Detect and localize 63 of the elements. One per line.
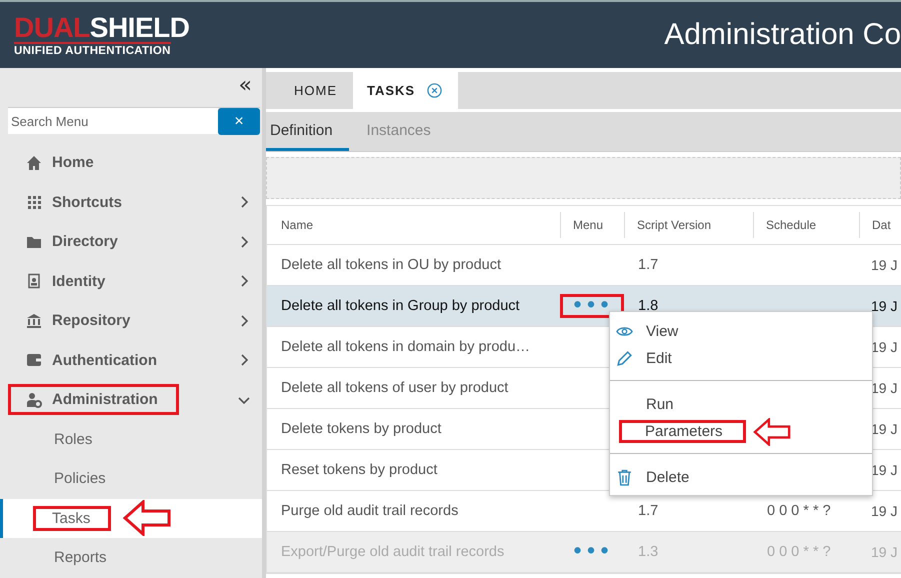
search-field[interactable]: Search Menu: [8, 108, 218, 134]
app-title: Administration Co: [664, 18, 901, 52]
nav-item[interactable]: Administration: [52, 391, 158, 408]
table-cell-text: Delete tokens by product: [280, 421, 442, 437]
menu-item[interactable]: Parameters: [619, 420, 746, 443]
menu-item[interactable]: Edit: [639, 347, 685, 370]
pencil-icon: [616, 350, 633, 367]
nav-label: Roles: [53, 430, 94, 448]
nav-label: Reports: [53, 549, 108, 566]
table-cell-text: Reset tokens by product: [280, 462, 438, 478]
nav-subitem[interactable]: Roles: [0, 420, 262, 459]
column-header[interactable]: Dat: [859, 212, 901, 238]
table-cell-text: Delete all tokens in domain by produ…: [280, 339, 532, 355]
nav-item[interactable]: Repository: [52, 312, 130, 330]
table-cell-text: 19 J: [870, 462, 898, 478]
table-cell-text: Delete all tokens of user by product: [280, 380, 510, 396]
logo-tagline: UNIFIED AUTHENTICATION: [14, 42, 171, 56]
nav-item[interactable]: Directory: [52, 233, 118, 250]
table-cell-text: 1.7: [637, 503, 660, 519]
nav-subitem[interactable]: Reports: [0, 538, 262, 578]
nav-label: Policies: [53, 470, 107, 488]
table-cell-text: 1.3: [637, 544, 660, 560]
column-header[interactable]: Name: [267, 212, 560, 238]
column-header[interactable]: Menu: [560, 212, 624, 238]
tab[interactable]: Definition: [266, 112, 349, 151]
logo-text: DUAL: [14, 14, 90, 42]
table-cell-text: 1.8: [637, 298, 660, 314]
table-cell-text: 19 J: [870, 503, 898, 519]
table-cell-text: 19 J: [870, 544, 898, 560]
column-header[interactable]: Script Version: [624, 212, 753, 238]
nav-item[interactable]: Shortcuts: [52, 194, 122, 211]
menu-item[interactable]: Delete: [639, 466, 702, 489]
grid-icon: [26, 194, 42, 210]
table-cell-text: Purge old audit trail records: [280, 503, 460, 519]
clear-button[interactable]: ×: [218, 108, 260, 135]
table-cell-text: Delete all tokens in OU by product: [280, 257, 502, 273]
table-cell-text: 19 J: [870, 339, 898, 355]
table-cell-text: 0 0 0 * * ?: [766, 544, 832, 560]
nav-item[interactable]: Authentication: [52, 352, 157, 369]
table-cell-text: 1.7: [637, 257, 660, 273]
bank-icon: [26, 312, 42, 329]
table-cell-text: Export/Purge old audit trail records: [280, 544, 506, 560]
tab[interactable]: TASKS: [353, 72, 458, 109]
user-gear-icon: [26, 392, 42, 408]
nav-subitem[interactable]: Tasks: [0, 498, 262, 538]
nav-subitem[interactable]: Policies: [0, 459, 262, 498]
home-icon: [26, 154, 42, 171]
trash-icon: [616, 469, 633, 486]
table-cell-text: 19 J: [870, 298, 898, 314]
nav-item[interactable]: Home: [52, 154, 94, 172]
close-icon[interactable]: [427, 83, 442, 98]
wallet-icon: [26, 352, 42, 368]
collapse-button[interactable]: «: [238, 74, 252, 98]
nav-label: Tasks: [33, 506, 112, 531]
table-cell-text: 19 J: [870, 380, 898, 396]
logo-text: SHIELD: [90, 14, 190, 42]
table-cell-text: 19 J: [870, 421, 898, 437]
table-cell-text: 19 J: [870, 257, 898, 273]
table-cell-text: Delete all tokens in Group by product: [280, 298, 521, 314]
nav-item[interactable]: Identity: [52, 272, 106, 290]
table-cell-text: 0 0 0 * * ?: [766, 503, 832, 519]
id-badge-icon: [26, 273, 42, 290]
column-header[interactable]: Schedule: [753, 212, 859, 238]
